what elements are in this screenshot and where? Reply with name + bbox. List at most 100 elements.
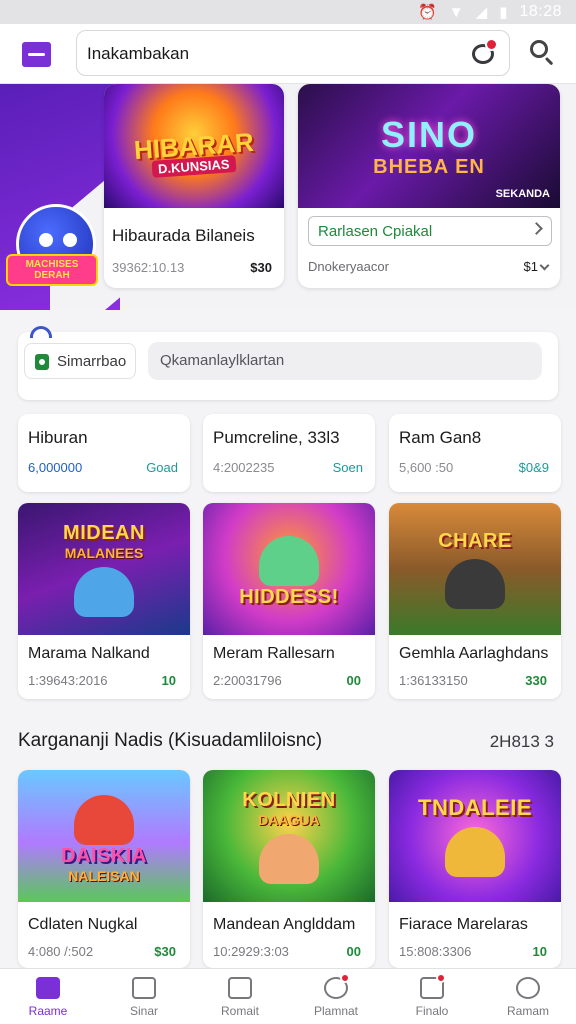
promo-art-title: SINO <box>380 113 477 155</box>
game-character <box>259 535 319 586</box>
section-count[interactable]: 2H813 3 <box>490 732 554 752</box>
game-character <box>74 794 134 845</box>
library-icon <box>228 977 252 999</box>
game-card[interactable]: HIDDESS! Meram Rallesarn 2:20031796 00 <box>203 503 375 699</box>
game-art-sub: DAAGUA <box>258 811 320 828</box>
filter-panel: Simarrbao Qkamanlaylklartan <box>18 326 558 400</box>
game-art-title: KOLNIEN <box>242 788 336 811</box>
game-art-title: DAISKIA <box>61 844 147 867</box>
game-character <box>259 833 319 884</box>
game-badge: 00 <box>346 944 361 959</box>
stat-link[interactable]: Soen <box>333 460 363 475</box>
battery-icon: ▮ <box>499 4 508 21</box>
filter-chip-label: Simarrbao <box>57 353 127 370</box>
game-card[interactable]: DAISKIA NALEISAN Cdlaten Nugkal 4:080 /:… <box>18 770 190 968</box>
search-field[interactable]: Inakambakan <box>76 30 510 76</box>
game-name: Mandean Anglddam <box>213 916 356 933</box>
promo-art-tag: SEKANDA <box>495 188 550 200</box>
profile-icon <box>516 977 540 999</box>
stat-card[interactable]: Ram Gan8 5,600 :50 $0&9 <box>389 414 561 492</box>
nav-label: Ramam <box>506 1004 549 1018</box>
game-badge: 00 <box>346 673 361 688</box>
status-time: 18:28 <box>519 3 562 20</box>
game-name: Fiarace Marelaras <box>399 916 528 933</box>
game-meta: 15:808:3306 <box>399 944 472 959</box>
game-card[interactable]: CHARE Gemhla Aarlaghdans 1:36133150 330 <box>389 503 561 699</box>
menu-button[interactable] <box>22 42 51 67</box>
nav-label: Raame <box>28 1004 68 1018</box>
chevron-down-icon[interactable] <box>539 260 550 271</box>
game-character <box>445 558 505 609</box>
nav-label: Romait <box>220 1004 259 1018</box>
promo-card-image: SINO BHEBA EN SEKANDA <box>298 84 560 208</box>
game-art-sub: NALEISAN <box>68 867 140 884</box>
game-meta: 4:080 /:502 <box>28 944 94 959</box>
promo-card-sub: 39362:10.13 <box>112 260 185 275</box>
stat-card[interactable]: Pumcreline, 33l3 4:2002235 Soen <box>203 414 375 492</box>
game-card[interactable]: TNDALEIE Fiarace Marelaras 15:808:3306 1… <box>389 770 561 968</box>
stat-value: 6,000000 <box>28 460 83 475</box>
nav-item-profile[interactable]: Ramam <box>480 969 576 1024</box>
game-name: Marama Nalkand <box>28 645 150 662</box>
store-icon <box>132 977 156 999</box>
stat-card[interactable]: Hiburan 6,000000 Goad <box>18 414 190 492</box>
game-image: MIDEAN MALANEES <box>18 503 190 635</box>
promo-card-title: Hibaurada Bilaneis <box>112 226 255 245</box>
nav-item-notifications[interactable]: Finalo <box>384 969 480 1024</box>
nav-item-store[interactable]: Sinar <box>96 969 192 1024</box>
bottom-nav: Raame Sinar Romait Plamnat Finalo Ramam <box>0 968 576 1024</box>
game-character <box>74 566 134 617</box>
game-meta: 1:39643:2016 <box>28 673 108 688</box>
stat-title: Pumcreline, 33l3 <box>213 428 340 447</box>
game-art-title: HIDDESS! <box>239 585 339 608</box>
promo-art-sub: BHEBA EN <box>373 155 485 178</box>
mascot-eye <box>63 233 77 247</box>
lock-icon <box>35 354 49 370</box>
nav-label: Finalo <box>415 1004 449 1018</box>
game-art-title: TNDALEIE <box>418 795 532 820</box>
stat-link[interactable]: Goad <box>146 460 178 475</box>
game-meta: 2:20031796 <box>213 673 282 688</box>
nav-item-games[interactable]: Plamnat <box>288 969 384 1024</box>
game-art-title: CHARE <box>438 529 512 552</box>
game-badge: 10 <box>532 944 547 959</box>
section-title: Kargananji Nadis (Kisuadamliloisnc) <box>18 730 323 751</box>
mascot-label: MACHISES DERAH <box>6 254 98 286</box>
promo-card-price: $30 <box>250 260 272 275</box>
game-image: HIDDESS! <box>203 503 375 635</box>
nav-item-home[interactable]: Raame <box>0 969 96 1024</box>
search-icon[interactable] <box>530 40 548 58</box>
promo-card-image: HIBARAR D.KUNSIAS <box>104 84 284 208</box>
home-icon <box>36 977 60 999</box>
nav-label: Sinar <box>129 1004 158 1018</box>
mascot-eye <box>39 233 53 247</box>
filter-chip[interactable]: Simarrbao <box>24 343 136 379</box>
promo-action-label: Rarlasen Cpiakal <box>318 223 433 240</box>
game-character <box>445 827 505 877</box>
game-card[interactable]: KOLNIEN DAAGUA Mandean Anglddam 10:2929:… <box>203 770 375 968</box>
filter-input[interactable]: Qkamanlaylklartan <box>148 342 542 380</box>
game-art-sub: MALANEES <box>64 544 144 561</box>
game-name: Gemhla Aarlaghdans <box>399 645 549 662</box>
game-meta: 1:36133150 <box>399 673 468 688</box>
stat-value: 4:2002235 <box>213 460 275 475</box>
promo-action-button[interactable]: Rarlasen Cpiakal <box>308 216 552 246</box>
game-image: DAISKIA NALEISAN <box>18 770 190 902</box>
notification-badge <box>485 38 498 51</box>
stat-title: Hiburan <box>28 428 88 447</box>
game-card[interactable]: MIDEAN MALANEES Marama Nalkand 1:39643:2… <box>18 503 190 699</box>
promo-card-sub: Dnokeryaacor <box>308 259 389 274</box>
notification-badge <box>436 973 446 983</box>
game-image: CHARE <box>389 503 561 635</box>
stat-value: 5,600 :50 <box>399 460 454 475</box>
promo-card[interactable]: HIBARAR D.KUNSIAS Hibaurada Bilaneis 393… <box>104 84 284 288</box>
nav-item-library[interactable]: Romait <box>192 969 288 1024</box>
game-image: KOLNIEN DAAGUA <box>203 770 375 902</box>
game-name: Meram Rallesarn <box>213 645 335 662</box>
notification-badge <box>340 973 350 983</box>
alarm-icon: ⏰ <box>418 4 437 21</box>
search-input[interactable]: Inakambakan <box>87 44 189 64</box>
nav-label: Plamnat <box>313 1004 359 1018</box>
promo-card[interactable]: SINO BHEBA EN SEKANDA Rarlasen Cpiakal D… <box>298 84 560 288</box>
stat-link[interactable]: $0&9 <box>519 460 549 475</box>
